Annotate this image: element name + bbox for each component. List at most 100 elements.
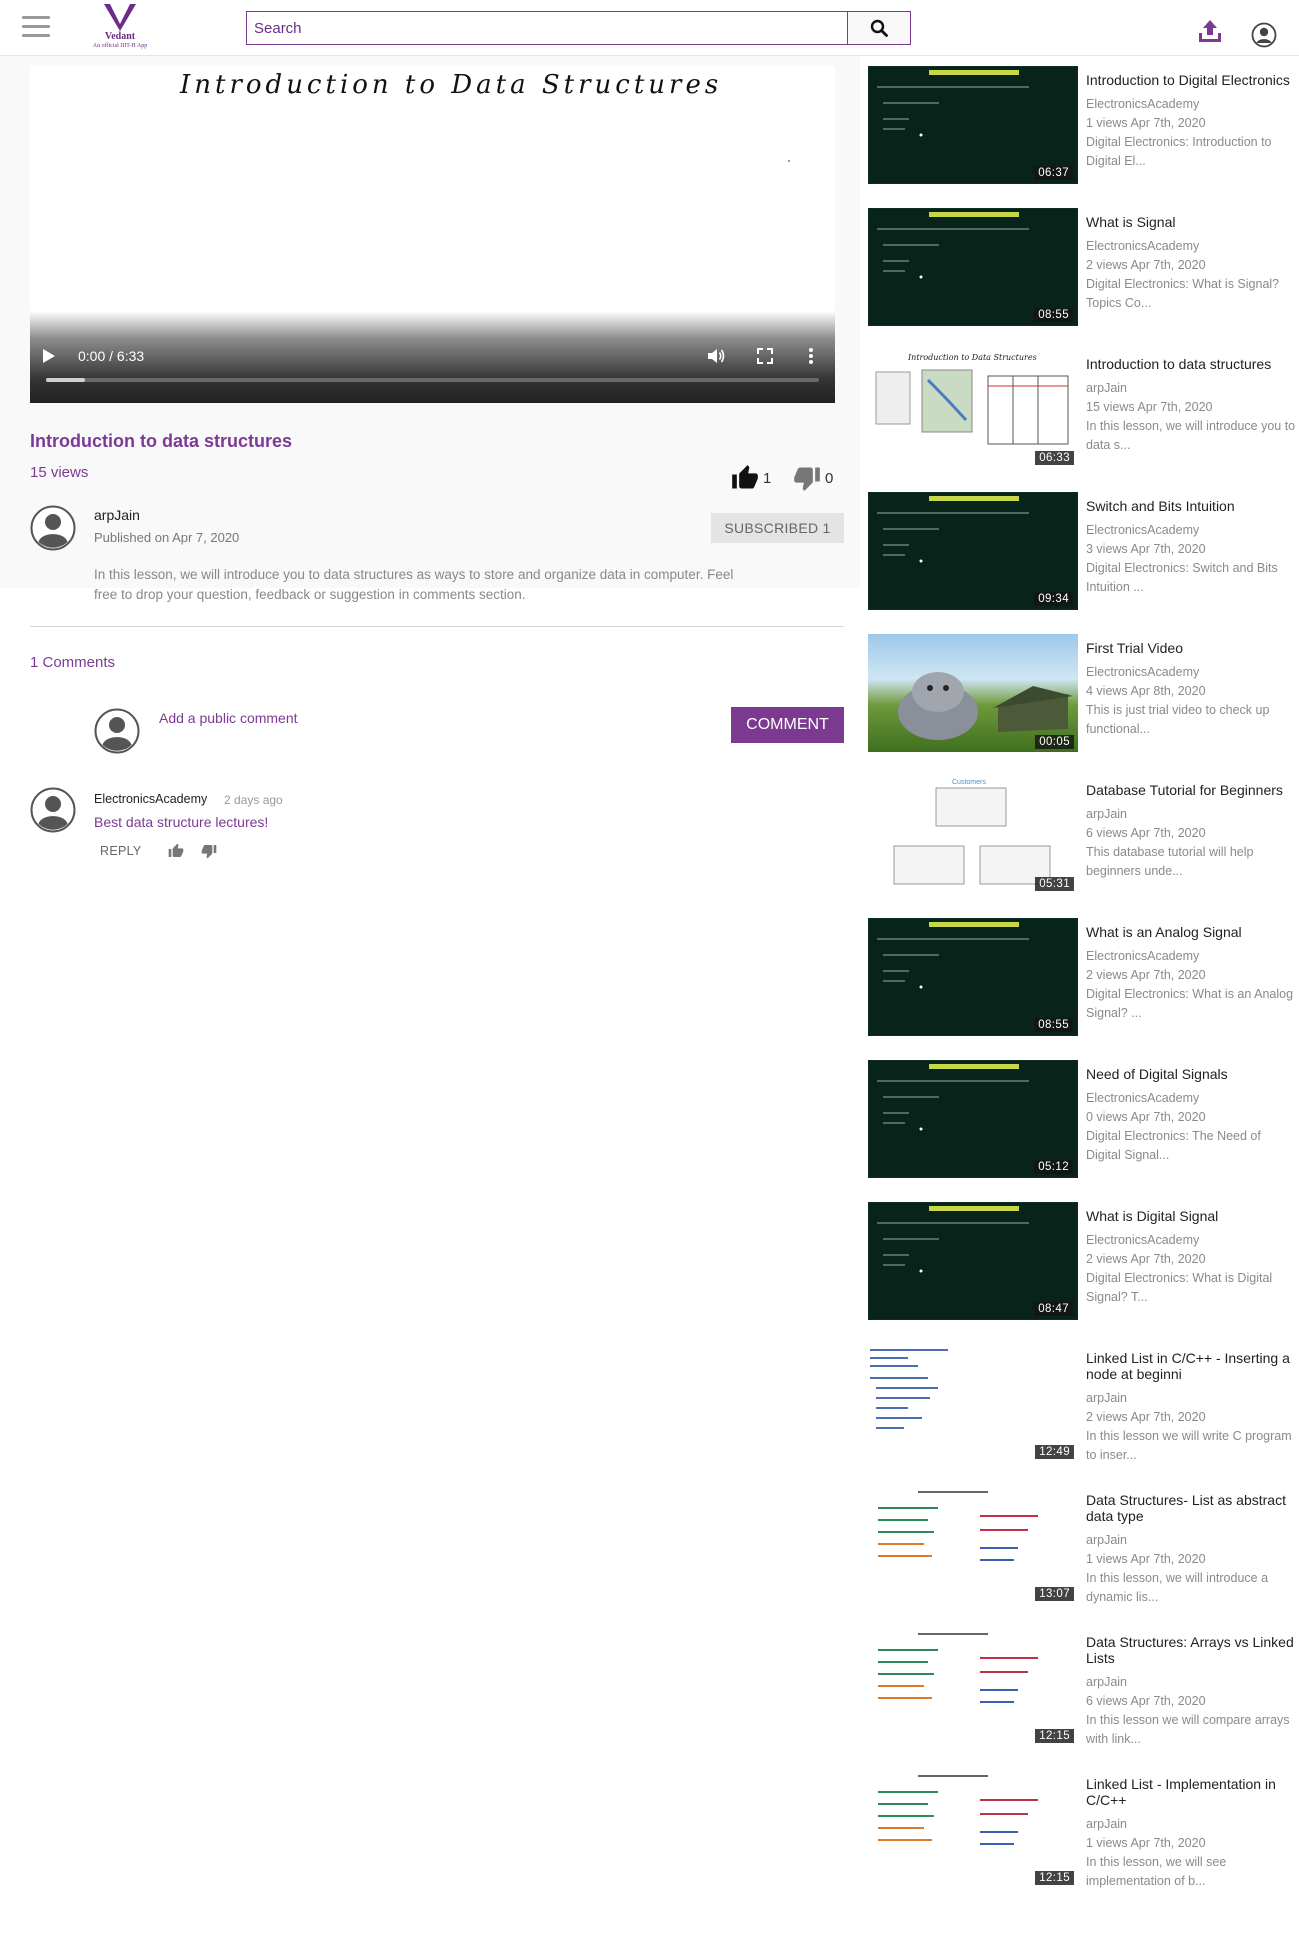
related-video-meta: 3 views Apr 7th, 2020 xyxy=(1086,542,1206,556)
comment-reply-button[interactable]: REPLY xyxy=(100,844,142,858)
related-video-channel: ElectronicsAcademy xyxy=(1086,1233,1200,1247)
related-video-item[interactable]: 12:49 Linked List in C/C++ - Inserting a … xyxy=(868,1344,1299,1474)
published-date: Published on Apr 7, 2020 xyxy=(94,530,240,545)
related-video-title[interactable]: Linked List - Implementation in C/C++ xyxy=(1086,1776,1299,1808)
video-player[interactable]: Introduction to Data Structures 0:00 / 6… xyxy=(30,66,835,403)
video-thumbnail[interactable]: 08:55 xyxy=(868,208,1078,326)
related-video-channel: arpJain xyxy=(1086,1533,1127,1547)
related-video-info: Data Structures: Arrays vs Linked Lists a… xyxy=(1086,1634,1299,1749)
video-duration: 08:55 xyxy=(1034,1018,1073,1032)
related-video-item[interactable]: 06:37 Introduction to Digital Electronics… xyxy=(868,66,1299,196)
video-thumbnail[interactable]: 06:37 xyxy=(868,66,1078,184)
related-video-title[interactable]: What is Signal xyxy=(1086,214,1299,230)
menu-icon[interactable] xyxy=(22,16,50,40)
video-thumbnail[interactable]: 12:49 xyxy=(868,1344,1078,1462)
search-icon xyxy=(870,19,888,37)
related-video-item[interactable]: Customers 05:31 Database Tutorial for Begi… xyxy=(868,776,1299,906)
related-video-meta: 1 views Apr 7th, 2020 xyxy=(1086,116,1206,130)
video-duration: 12:15 xyxy=(1035,1729,1074,1743)
comment-time: 2 days ago xyxy=(224,793,283,807)
related-video-item[interactable]: 08:55 What is an Analog Signal Electronics… xyxy=(868,918,1299,1048)
channel-avatar-icon[interactable] xyxy=(30,505,76,551)
add-comment-input[interactable]: Add a public comment xyxy=(159,710,298,726)
more-options-icon[interactable] xyxy=(808,347,814,365)
related-video-info: What is Signal ElectronicsAcademy 2 views … xyxy=(1086,214,1299,313)
related-video-channel: arpJain xyxy=(1086,1675,1127,1689)
thumbs-down-icon xyxy=(794,467,820,491)
related-video-channel: ElectronicsAcademy xyxy=(1086,1091,1200,1105)
related-video-description: Digital Electronics: What is an Analog S… xyxy=(1086,987,1294,1020)
related-video-title[interactable]: Switch and Bits Intuition xyxy=(1086,498,1299,514)
video-progress-bar[interactable] xyxy=(46,378,819,382)
video-thumbnail[interactable]: 08:55 xyxy=(868,918,1078,1036)
dislike-button[interactable]: 0 xyxy=(793,464,833,492)
video-thumbnail[interactable]: 13:07 xyxy=(868,1486,1078,1604)
video-frame-mark xyxy=(788,160,790,162)
related-video-title[interactable]: Database Tutorial for Beginners xyxy=(1086,782,1299,798)
related-video-meta: 2 views Apr 7th, 2020 xyxy=(1086,968,1206,982)
commenter-avatar-icon[interactable] xyxy=(30,787,76,833)
related-video-item[interactable]: 13:07 Data Structures- List as abstract d… xyxy=(868,1486,1299,1616)
comment-submit-button[interactable]: COMMENT xyxy=(731,707,844,743)
related-video-info: Introduction to Digital Electronics Elect… xyxy=(1086,72,1299,171)
related-video-description: In this lesson, we will introduce a dyna… xyxy=(1086,1571,1269,1604)
video-thumbnail[interactable]: Introduction to Data Structures 06:33 xyxy=(868,350,1078,468)
related-video-item[interactable]: 12:15 Data Structures: Arrays vs Linked L… xyxy=(868,1628,1299,1758)
video-thumbnail[interactable]: 08:47 xyxy=(868,1202,1078,1320)
related-video-info: Need of Digital Signals ElectronicsAcadem… xyxy=(1086,1066,1299,1165)
related-video-item[interactable]: Introduction to Data Structures 06:33 Intr… xyxy=(868,350,1299,480)
volume-icon[interactable] xyxy=(707,347,725,365)
related-video-info: Linked List in C/C++ - Inserting a node … xyxy=(1086,1350,1299,1465)
video-thumbnail[interactable]: 12:15 xyxy=(868,1770,1078,1888)
video-thumbnail[interactable]: 05:12 xyxy=(868,1060,1078,1178)
video-duration: 09:34 xyxy=(1034,592,1073,606)
subscribe-button[interactable]: SUBSCRIBED 1 xyxy=(711,513,844,543)
related-video-description: Digital Electronics: Introduction to Dig… xyxy=(1086,135,1272,168)
related-video-item[interactable]: 05:12 Need of Digital Signals ElectronicsA… xyxy=(868,1060,1299,1190)
logo-v-mark xyxy=(104,4,136,31)
related-video-channel: ElectronicsAcademy xyxy=(1086,665,1200,679)
comment-author[interactable]: ElectronicsAcademy xyxy=(94,792,207,806)
related-video-item[interactable]: 08:47 What is Digital Signal ElectronicsAc… xyxy=(868,1202,1299,1332)
comment-text: Best data structure lectures! xyxy=(94,814,269,830)
related-video-title[interactable]: Data Structures- List as abstract data t… xyxy=(1086,1492,1299,1524)
related-video-item[interactable]: 00:05 First Trial Video ElectronicsAcademy… xyxy=(868,634,1299,764)
video-thumbnail[interactable]: 00:05 xyxy=(868,634,1078,752)
top-bar: Vedant An official IIIT-H App xyxy=(0,0,1299,56)
video-duration: 06:37 xyxy=(1034,166,1073,180)
related-video-title[interactable]: Need of Digital Signals xyxy=(1086,1066,1299,1082)
related-video-title[interactable]: What is Digital Signal xyxy=(1086,1208,1299,1224)
comments-count: 1 Comments xyxy=(30,654,116,671)
like-button[interactable]: 1 xyxy=(731,464,771,492)
video-duration: 05:12 xyxy=(1034,1160,1073,1174)
video-description: In this lesson, we will introduce you to… xyxy=(94,567,734,602)
account-icon[interactable] xyxy=(1251,22,1277,48)
search-input[interactable] xyxy=(247,12,847,44)
related-video-title[interactable]: Data Structures: Arrays vs Linked Lists xyxy=(1086,1634,1299,1666)
related-video-title[interactable]: Introduction to data structures xyxy=(1086,356,1299,372)
search-button[interactable] xyxy=(847,12,910,44)
video-thumbnail[interactable]: 12:15 xyxy=(868,1628,1078,1746)
related-video-title[interactable]: Introduction to Digital Electronics xyxy=(1086,72,1299,88)
svg-text:Introduction to Data Structure: Introduction to Data Structures xyxy=(907,353,1037,362)
comment-like-icon[interactable] xyxy=(168,843,184,859)
related-video-title[interactable]: What is an Analog Signal xyxy=(1086,924,1299,940)
fullscreen-icon[interactable] xyxy=(757,348,773,364)
related-video-item[interactable]: 12:15 Linked List - Implementation in C/C… xyxy=(868,1770,1299,1900)
channel-name[interactable]: arpJain xyxy=(94,507,140,523)
related-video-title[interactable]: Linked List in C/C++ - Inserting a node … xyxy=(1086,1350,1299,1382)
related-video-description: This is just trial video to check up fun… xyxy=(1086,703,1270,736)
related-video-channel: ElectronicsAcademy xyxy=(1086,949,1200,963)
related-video-channel: ElectronicsAcademy xyxy=(1086,97,1200,111)
video-thumbnail[interactable]: 09:34 xyxy=(868,492,1078,610)
logo[interactable]: Vedant An official IIIT-H App xyxy=(72,2,168,54)
related-video-title[interactable]: First Trial Video xyxy=(1086,640,1299,656)
related-video-item[interactable]: 09:34 Switch and Bits Intuition Electronic… xyxy=(868,492,1299,622)
related-video-meta: 0 views Apr 7th, 2020 xyxy=(1086,1110,1206,1124)
video-time: 0:00 / 6:33 xyxy=(78,348,145,364)
upload-icon[interactable] xyxy=(1197,18,1223,44)
comment-dislike-icon[interactable] xyxy=(201,843,217,859)
play-icon[interactable] xyxy=(42,348,56,364)
related-video-item[interactable]: 08:55 What is Signal ElectronicsAcademy 2 v… xyxy=(868,208,1299,338)
video-thumbnail[interactable]: Customers 05:31 xyxy=(868,776,1078,894)
